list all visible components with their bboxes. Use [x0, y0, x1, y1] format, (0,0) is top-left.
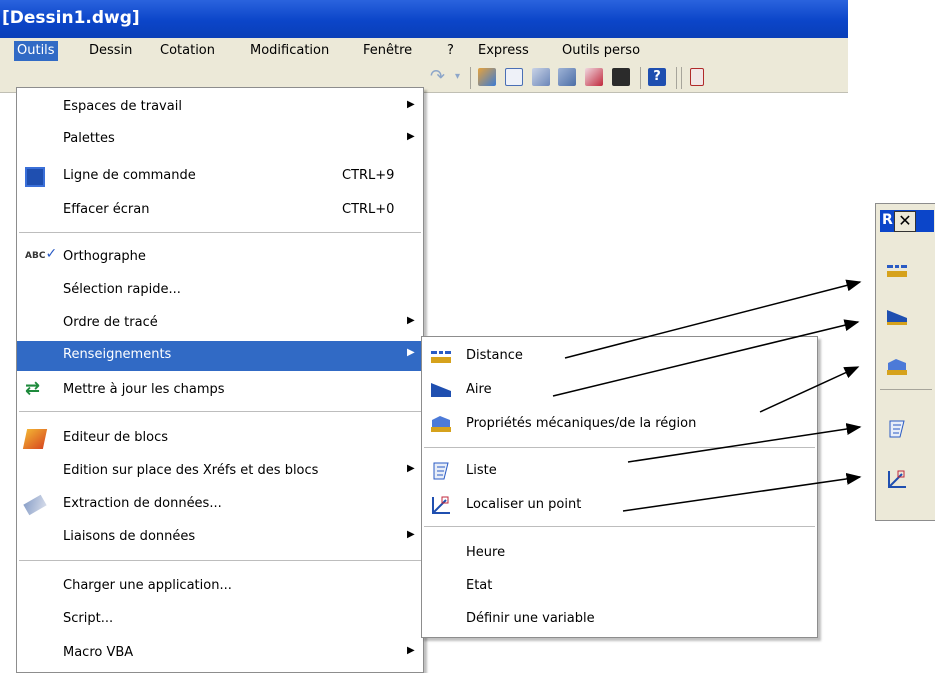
arrow-distance	[564, 279, 862, 359]
arrow-proprietes	[759, 366, 860, 413]
arrow-localiser	[622, 472, 862, 512]
annotation-arrows	[552, 279, 862, 512]
arrow-liste	[627, 423, 862, 463]
arrow-aire	[552, 319, 860, 397]
